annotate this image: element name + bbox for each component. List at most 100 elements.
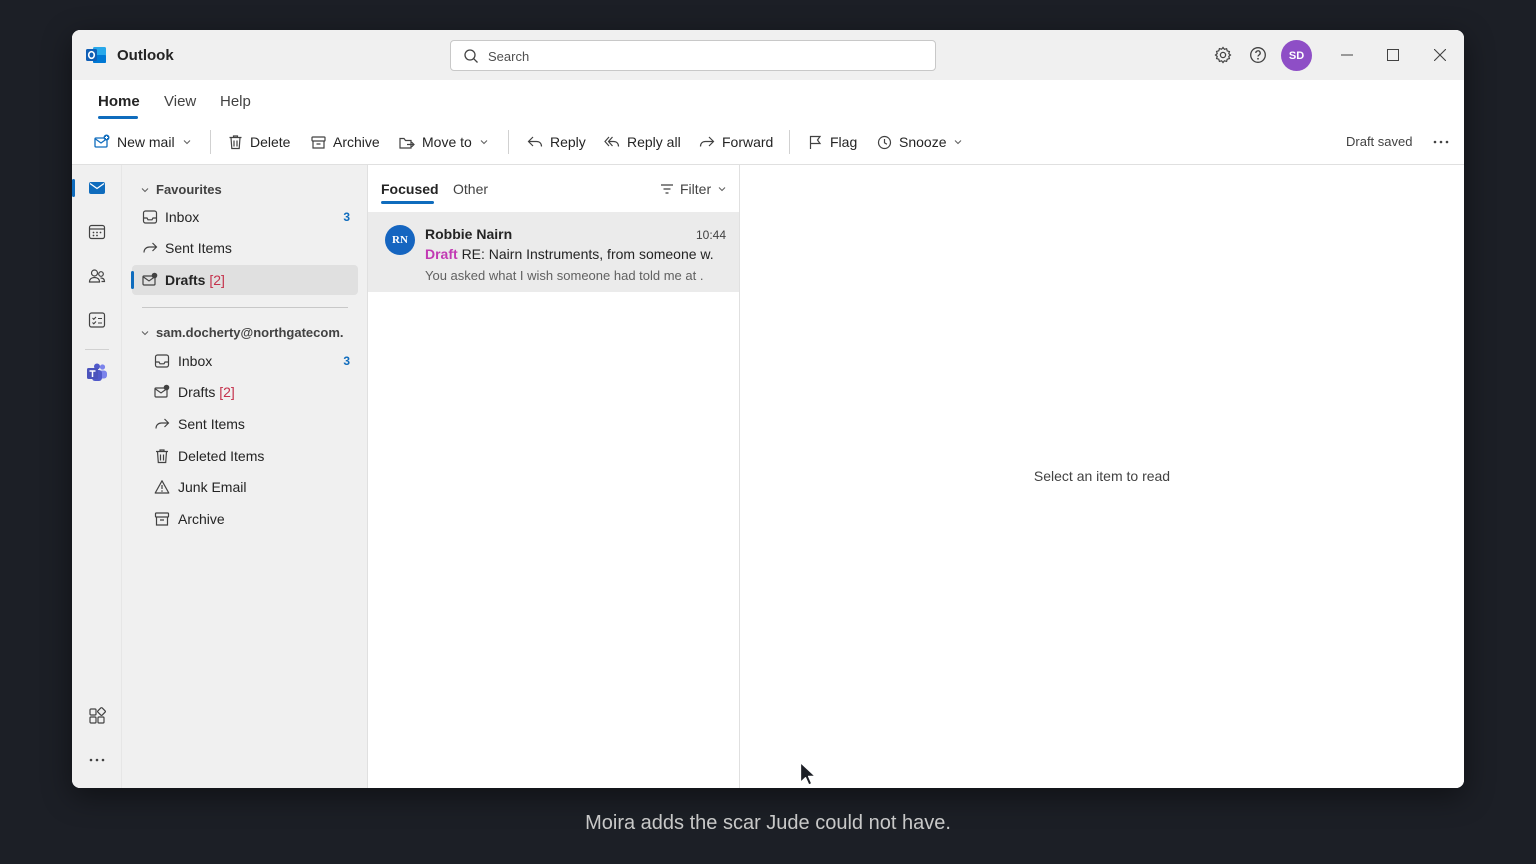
outlook-window: Outlook Search SD Home View Help New mai…	[72, 30, 1464, 788]
favourites-heading[interactable]: Favourites	[140, 182, 222, 197]
new-mail-button[interactable]: New mail	[94, 132, 192, 152]
tab-focused[interactable]: Focused	[381, 181, 439, 197]
calendar-icon[interactable]	[88, 223, 106, 241]
active-tab-indicator	[98, 116, 138, 119]
forward-icon	[699, 136, 715, 147]
delete-button[interactable]: Delete	[228, 132, 290, 152]
delete-icon	[229, 135, 242, 150]
search-box[interactable]: Search	[450, 40, 936, 71]
forward-button[interactable]: Forward	[699, 132, 773, 152]
chevron-down-icon	[141, 330, 149, 335]
move-to-label: Move to	[422, 134, 472, 150]
folder-drafts[interactable]: Drafts [2]	[132, 377, 358, 407]
favourite-drafts[interactable]: Drafts [2]	[131, 265, 358, 295]
message-item[interactable]: RN Robbie Nairn 10:44 Draft RE: Nairn In…	[368, 212, 739, 292]
message-time: 10:44	[695, 228, 726, 242]
chevron-down-icon	[480, 140, 488, 145]
folder-label: Archive	[178, 511, 225, 527]
app-title: Outlook	[117, 47, 174, 64]
chevron-down-icon	[183, 140, 190, 145]
reply-button[interactable]: Reply	[527, 132, 586, 152]
favourites-label: Favourites	[156, 182, 222, 197]
people-icon[interactable]	[88, 267, 106, 285]
reply-icon	[527, 136, 543, 147]
message-subject: Draft RE: Nairn Instruments, from someon…	[425, 246, 714, 262]
message-list: Focused Other Filter RN Robbie Nairn 10:…	[367, 165, 740, 788]
outlook-logo-icon	[86, 47, 106, 63]
sender-avatar: RN	[385, 225, 415, 255]
close-icon	[1434, 49, 1446, 61]
toolbar-divider	[789, 130, 790, 154]
folder-sent-items[interactable]: Sent Items	[132, 409, 358, 439]
favourite-sent-items[interactable]: Sent Items	[132, 233, 358, 263]
title-bar: Outlook Search SD	[72, 30, 1464, 80]
folder-label: Deleted Items	[178, 448, 265, 464]
mouse-cursor-icon	[799, 761, 817, 786]
user-avatar[interactable]: SD	[1281, 40, 1312, 71]
move-to-button[interactable]: Move to	[399, 132, 489, 152]
reply-label: Reply	[550, 134, 586, 150]
reply-all-button[interactable]: Reply all	[604, 132, 681, 152]
minimize-icon	[1341, 54, 1353, 56]
minimize-button[interactable]	[1336, 44, 1358, 66]
empty-reading-message: Select an item to read	[1033, 468, 1171, 484]
flag-label: Flag	[830, 134, 858, 150]
flag-button[interactable]: Flag	[808, 132, 857, 152]
snooze-button[interactable]: Snooze	[877, 132, 963, 152]
folder-deleted-items[interactable]: Deleted Items	[132, 441, 358, 471]
filter-button[interactable]: Filter	[660, 181, 727, 197]
chevron-down-icon	[718, 187, 726, 192]
delete-label: Delete	[250, 134, 291, 150]
tab-home[interactable]: Home	[98, 93, 140, 110]
search-icon	[464, 49, 478, 63]
close-button[interactable]	[1429, 44, 1451, 66]
video-caption: Moira adds the scar Jude could not have.	[585, 812, 951, 834]
reply-all-icon	[604, 136, 620, 147]
folder-inbox[interactable]: Inbox 3	[132, 346, 358, 376]
message-sender: Robbie Nairn	[425, 226, 513, 242]
maximize-button[interactable]	[1382, 44, 1404, 66]
rail-active-indicator	[72, 179, 75, 197]
archive-button[interactable]: Archive	[311, 132, 380, 152]
settings-icon[interactable]	[1214, 46, 1232, 64]
filter-icon	[661, 184, 673, 194]
message-preview: You asked what I wish someone had told m…	[425, 268, 704, 283]
folder-archive[interactable]: Archive	[132, 504, 358, 534]
inbox-icon	[154, 354, 170, 368]
folder-label: Junk Email	[178, 479, 247, 495]
search-input[interactable]: Search	[488, 49, 529, 64]
archive-icon	[154, 512, 170, 526]
favourite-inbox[interactable]: Inbox 3	[132, 202, 358, 232]
teams-icon[interactable]	[86, 363, 108, 383]
maximize-icon	[1387, 49, 1399, 61]
help-icon[interactable]	[1249, 46, 1267, 64]
folder-label: Inbox	[165, 209, 200, 225]
sent-icon	[143, 242, 158, 253]
drafts-icon	[142, 272, 158, 286]
more-options-button[interactable]	[1433, 132, 1449, 152]
apps-icon[interactable]	[88, 707, 106, 725]
app-rail	[72, 165, 122, 788]
tab-other[interactable]: Other	[453, 181, 488, 197]
archive-icon	[311, 135, 326, 149]
toolbar-divider	[508, 130, 509, 154]
folder-divider	[142, 307, 348, 308]
unread-count: 3	[343, 210, 350, 224]
inbox-icon	[142, 210, 158, 224]
tab-view[interactable]: View	[164, 93, 196, 110]
tab-help[interactable]: Help	[220, 93, 251, 110]
toolbar-divider	[210, 130, 211, 154]
more-icon[interactable]	[88, 757, 106, 763]
account-heading[interactable]: sam.docherty@northgatecom.	[140, 325, 344, 340]
move-to-icon	[399, 137, 415, 149]
folder-junk-email[interactable]: Junk Email	[132, 472, 358, 502]
mail-icon[interactable]	[88, 179, 106, 197]
clock-icon	[877, 135, 892, 149]
reading-pane: Select an item to read	[740, 165, 1464, 788]
rail-divider	[85, 349, 109, 350]
more-icon	[1433, 140, 1449, 144]
new-mail-icon	[94, 134, 110, 148]
tasks-icon[interactable]	[88, 311, 106, 329]
archive-label: Archive	[333, 134, 380, 150]
sent-icon	[155, 418, 170, 429]
